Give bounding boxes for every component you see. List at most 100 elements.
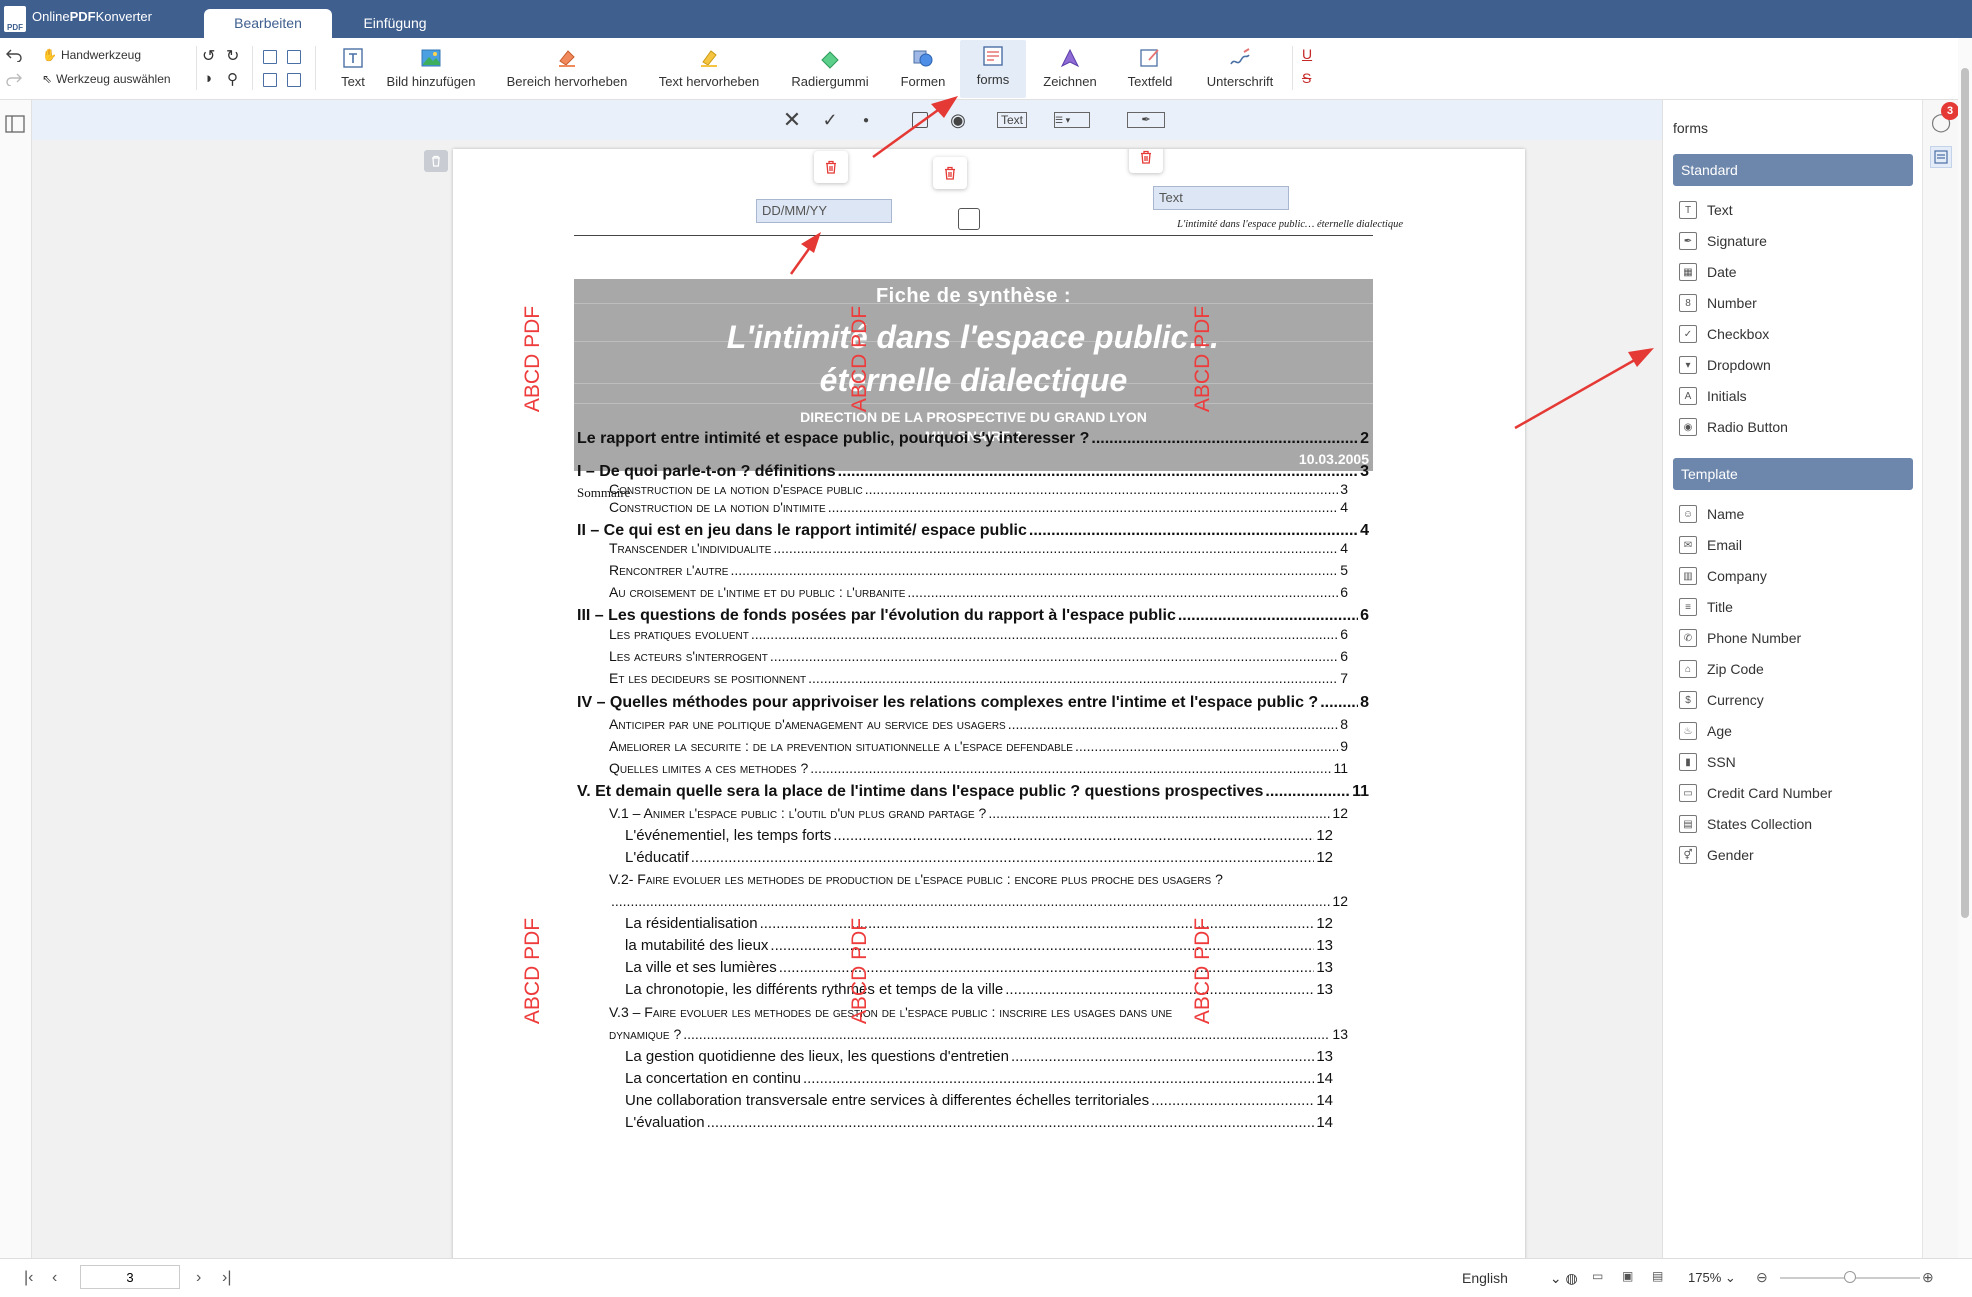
last-page-button[interactable]: ›| xyxy=(222,1269,231,1287)
toc-entry[interactable]: Construction de la notion d'intimite 4 xyxy=(609,499,1348,515)
fit-page-button[interactable]: ▣ xyxy=(1622,1269,1633,1283)
toc-entry[interactable]: IV – Quelles méthodes pour apprivoiser l… xyxy=(577,694,1369,712)
panel-item-number[interactable]: 8 Number xyxy=(1679,289,1757,317)
panel-item-credit-card-number[interactable]: ▭ Credit Card Number xyxy=(1679,779,1832,807)
page-delete-button[interactable] xyxy=(424,150,448,172)
toc-entry[interactable]: Construction de la notion d'espace publi… xyxy=(609,481,1348,497)
panel-item-gender[interactable]: ⚥ Gender xyxy=(1679,841,1754,869)
prev-page-button[interactable]: ‹ xyxy=(52,1269,57,1287)
text-field-tool[interactable]: Text xyxy=(992,108,1032,132)
toc-entry[interactable]: Transcender l'individualite 4 xyxy=(609,540,1348,556)
dot-tool[interactable]: ● xyxy=(854,108,878,132)
radio-tool[interactable]: ◉ xyxy=(946,108,970,132)
zoom-in-button[interactable]: ⊕ xyxy=(1922,1269,1934,1286)
toc-entry[interactable]: III – Les questions de fonds posées par … xyxy=(577,607,1369,625)
delete-checkbox-field-button[interactable] xyxy=(933,157,967,189)
single-page-icon[interactable] xyxy=(287,73,301,87)
fit-page-icon[interactable] xyxy=(263,50,277,64)
toc-entry[interactable]: La gestion quotidienne des lieux, les qu… xyxy=(625,1048,1333,1065)
underline-button[interactable]: U xyxy=(1302,46,1312,62)
panel-item-initials[interactable]: A Initials xyxy=(1679,382,1747,410)
forms-panel-toggle[interactable] xyxy=(1930,146,1952,168)
tab-einfuegung[interactable]: Einfügung xyxy=(340,9,450,38)
cross-mark-tool[interactable]: ✕ xyxy=(780,107,804,132)
panel-item-zip-code[interactable]: ⌂ Zip Code xyxy=(1679,655,1764,683)
toc-entry[interactable]: L'évaluation 14 xyxy=(625,1114,1333,1131)
toc-entry[interactable]: Une collaboration transversale entre ser… xyxy=(625,1092,1333,1109)
checkbox-tool[interactable] xyxy=(908,108,932,132)
toc-entry[interactable]: dynamique ? 13 xyxy=(609,1026,1348,1042)
toc-entry[interactable]: V.3 – Faire evoluer les methodes de gest… xyxy=(609,1004,1348,1020)
contrast-button[interactable]: ◑ xyxy=(203,70,212,87)
toc-entry[interactable]: I – De quoi parle-t-on ? définitions 3 xyxy=(577,463,1369,481)
checkbox-form-field[interactable] xyxy=(958,208,980,230)
toc-entry[interactable]: La chronotopie, les différents rythmes e… xyxy=(625,981,1333,998)
panel-item-email[interactable]: ✉ Email xyxy=(1679,531,1742,559)
fit-width-button[interactable]: ▤ xyxy=(1652,1269,1663,1283)
toc-entry[interactable]: Les pratiques evoluent 6 xyxy=(609,626,1348,642)
panel-item-phone-number[interactable]: ✆ Phone Number xyxy=(1679,624,1801,652)
toc-entry[interactable]: La résidentialisation 12 xyxy=(625,915,1333,932)
sidebar-toggle-icon[interactable] xyxy=(5,114,25,134)
next-page-button[interactable]: › xyxy=(196,1269,201,1287)
toc-entry[interactable]: V.2- Faire evoluer les methodes de produ… xyxy=(609,871,1348,887)
toc-entry[interactable]: Anticiper par une politique d'amenagemen… xyxy=(609,716,1348,732)
scroll-thumb[interactable] xyxy=(1961,68,1969,918)
eraser-button[interactable]: Radiergummi xyxy=(786,42,874,96)
rotate-left-button[interactable]: ↺ xyxy=(202,46,215,66)
hand-tool-button[interactable]: ✋ Handwerkzeug xyxy=(42,48,141,62)
list-box-tool[interactable]: ☰ ▾ xyxy=(1052,108,1092,132)
actual-size-icon[interactable] xyxy=(287,50,301,64)
toc-entry[interactable]: Ameliorer la securite : de la prevention… xyxy=(609,738,1348,754)
delete-text-field-button[interactable] xyxy=(1129,149,1163,173)
zoom-selector[interactable]: 175% ⌄ xyxy=(1688,1270,1736,1286)
toc-entry[interactable]: la mutabilité des lieux 13 xyxy=(625,937,1333,954)
toc-entry[interactable]: V.1 – Animer l'espace public : l'outil d… xyxy=(609,805,1348,821)
language-selector[interactable]: English ⌄ ◍ xyxy=(1462,1270,1578,1287)
add-image-button[interactable]: Bild hinzufügen xyxy=(384,42,478,96)
panel-item-date[interactable]: ▦ Date xyxy=(1679,258,1737,286)
zoom-out-button[interactable]: ⊖ xyxy=(1756,1269,1768,1286)
toc-entry[interactable]: La concertation en continu 14 xyxy=(625,1070,1333,1087)
strikethrough-button[interactable]: S xyxy=(1302,70,1311,86)
signature-button[interactable]: Unterschrift xyxy=(1200,42,1280,96)
page-number-input[interactable] xyxy=(80,1265,180,1289)
shapes-button[interactable]: Formen xyxy=(896,42,950,96)
toc-entry[interactable]: La ville et ses lumières 13 xyxy=(625,959,1333,976)
undo-button[interactable] xyxy=(6,48,22,62)
tab-bearbeiten[interactable]: Bearbeiten xyxy=(204,9,332,38)
toc-entry[interactable]: L'événementiel, les temps forts 12 xyxy=(625,827,1333,844)
panel-item-text[interactable]: T Text xyxy=(1679,196,1733,224)
toc-entry[interactable]: Au croisement de l'intime et du public :… xyxy=(609,584,1348,600)
text-form-field[interactable]: Text xyxy=(1153,186,1289,210)
panel-item-signature[interactable]: ✒ Signature xyxy=(1679,227,1767,255)
toc-entry[interactable]: V. Et demain quelle sera la place de l'i… xyxy=(577,783,1369,801)
highlight-text-button[interactable]: Text hervorheben xyxy=(652,42,766,96)
redo-button[interactable] xyxy=(6,72,22,86)
rotate-right-button[interactable]: ↻ xyxy=(226,46,239,66)
panel-item-checkbox[interactable]: ✓ Checkbox xyxy=(1679,320,1769,348)
panel-item-states-collection[interactable]: ▤ States Collection xyxy=(1679,810,1812,838)
panel-item-dropdown[interactable]: ▾ Dropdown xyxy=(1679,351,1771,379)
signature-field-tool[interactable]: ✒ xyxy=(1126,108,1166,132)
vertical-scrollbar[interactable] xyxy=(1958,38,1972,1258)
toc-entry[interactable]: Rencontrer l'autre 5 xyxy=(609,562,1348,578)
panel-item-company[interactable]: ▥ Company xyxy=(1679,562,1767,590)
panel-item-radio-button[interactable]: ◉ Radio Button xyxy=(1679,413,1788,441)
first-page-button[interactable]: |‹ xyxy=(24,1269,33,1287)
panel-item-ssn[interactable]: ▮ SSN xyxy=(1679,748,1736,776)
textfield-button[interactable]: Textfeld xyxy=(1120,42,1180,96)
panel-item-age[interactable]: ♨ Age xyxy=(1679,717,1732,745)
panel-item-title[interactable]: ≡ Title xyxy=(1679,593,1733,621)
draw-button[interactable]: Zeichnen xyxy=(1040,42,1100,96)
forms-button[interactable]: forms xyxy=(960,40,1026,98)
toc-entry[interactable]: 12 xyxy=(609,893,1348,909)
delete-date-field-button[interactable] xyxy=(814,151,848,183)
search-button[interactable]: ⚲ xyxy=(227,70,238,88)
check-mark-tool[interactable]: ✓ xyxy=(818,108,842,132)
zoom-slider-handle[interactable] xyxy=(1844,1271,1856,1283)
actual-size-button[interactable]: ▭ xyxy=(1592,1269,1603,1283)
text-tool-button[interactable]: Text xyxy=(326,42,380,96)
toc-entry[interactable]: II – Ce qui est en jeu dans le rapport i… xyxy=(577,522,1369,540)
panel-item-name[interactable]: ☺ Name xyxy=(1679,500,1744,528)
